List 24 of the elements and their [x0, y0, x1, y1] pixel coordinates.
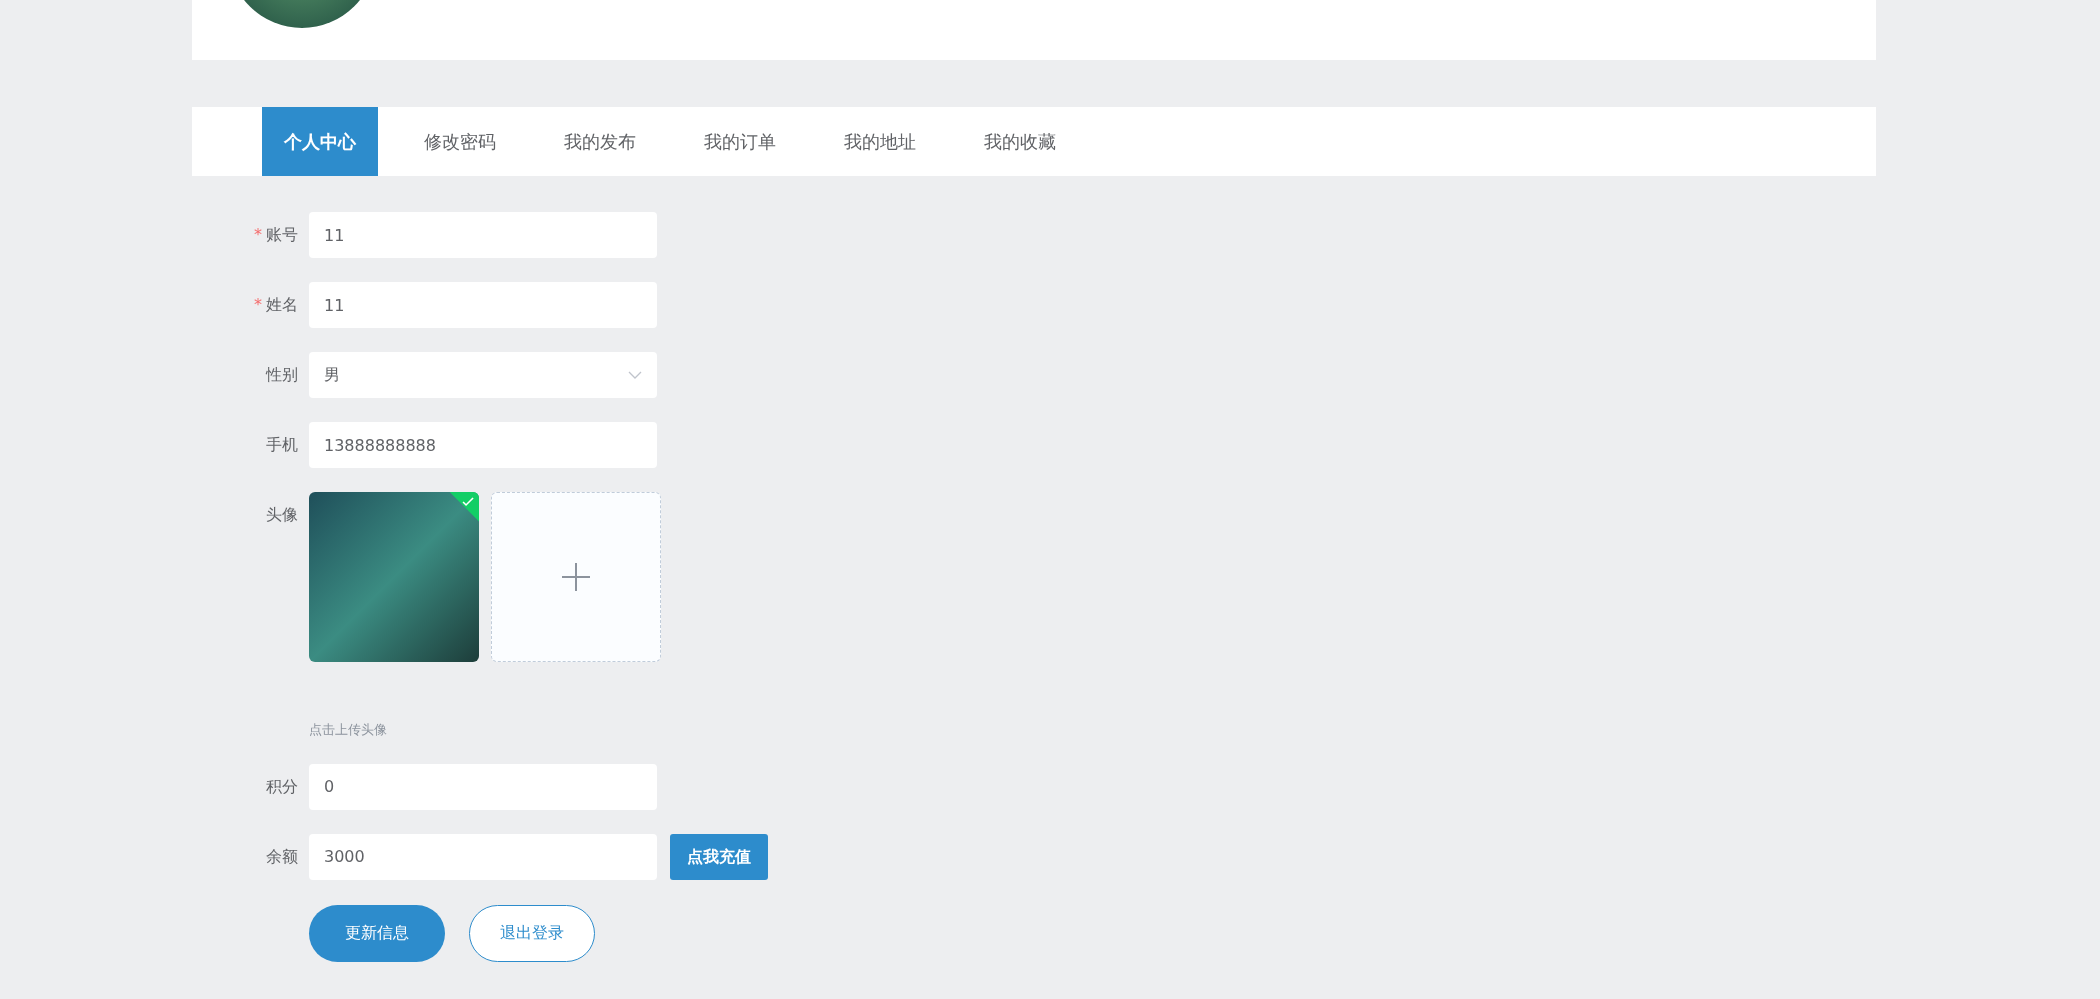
- tab[interactable]: 个人中心: [262, 107, 378, 176]
- field-label: 姓名: [266, 294, 298, 316]
- text-field[interactable]: 0: [309, 763, 657, 810]
- chevron-down-icon: [628, 371, 642, 379]
- field-label: 性别: [266, 364, 298, 386]
- field-label: 头像: [266, 504, 298, 526]
- field-label: 积分: [266, 775, 298, 798]
- upload-hint: 点击上传头像: [309, 721, 388, 739]
- update-button[interactable]: 更新信息: [309, 904, 445, 962]
- check-icon: [462, 496, 475, 507]
- text-field[interactable]: 11: [309, 282, 657, 328]
- plus-icon: [562, 563, 590, 591]
- recharge-button[interactable]: 点我充值: [670, 833, 768, 880]
- select-field[interactable]: 男: [309, 352, 657, 398]
- field-label: 账号: [266, 224, 298, 246]
- logout-button[interactable]: 退出登录: [469, 904, 595, 962]
- upload-box[interactable]: [491, 492, 661, 662]
- field-label: 手机: [266, 434, 298, 456]
- text-field[interactable]: 3000: [309, 833, 657, 880]
- required-asterisk: *: [254, 224, 262, 246]
- required-asterisk: *: [254, 294, 262, 316]
- text-field[interactable]: 13888888888: [309, 422, 657, 468]
- field-label: 余额: [266, 845, 298, 868]
- text-field[interactable]: 11: [309, 212, 657, 258]
